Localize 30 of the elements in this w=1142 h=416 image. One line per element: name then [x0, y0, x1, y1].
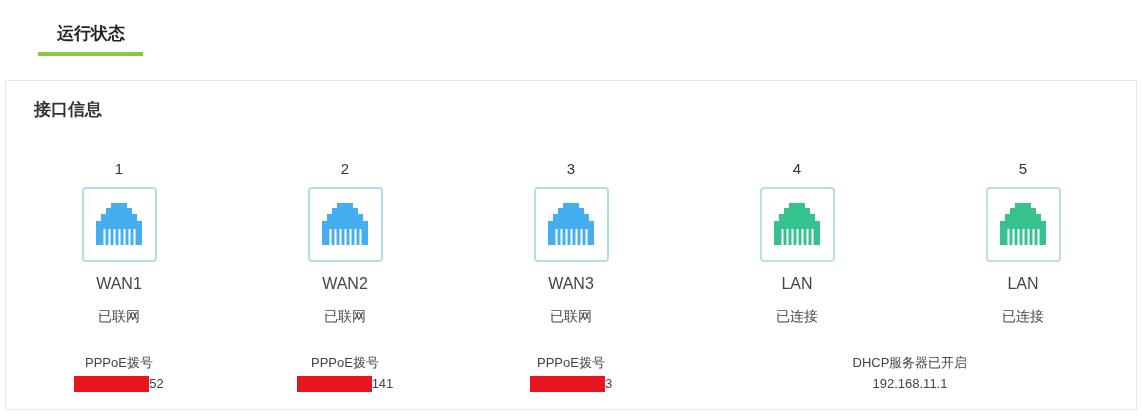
port-name: WAN1	[96, 273, 142, 294]
port-name: LAN	[781, 273, 813, 294]
ip-address: 52	[149, 375, 164, 393]
connection-type: PPPoE拨号	[85, 353, 153, 372]
ethernet-port-icon	[307, 186, 383, 262]
port-status: 已连接	[776, 306, 818, 326]
connection-type: PPPoE拨号	[311, 353, 379, 372]
ethernet-port-icon	[81, 186, 157, 262]
port-status: 已联网	[550, 306, 592, 326]
section-title: 接口信息	[34, 99, 102, 121]
port-number: 2	[340, 158, 350, 179]
ethernet-port-icon	[985, 186, 1061, 262]
port-name: WAN2	[322, 273, 368, 294]
ip-address: 192.168.11.1	[872, 375, 948, 393]
connection-type: PPPoE拨号	[537, 353, 605, 372]
port-name: LAN	[1007, 273, 1039, 294]
port-number: 1	[114, 158, 124, 179]
port-name: WAN3	[548, 273, 594, 294]
dhcp-status: DHCP服务器已开启	[852, 353, 968, 372]
ethernet-port-icon	[533, 186, 609, 262]
port-number: 3	[566, 158, 576, 179]
ip-address: 3	[604, 375, 613, 393]
ethernet-port-icon	[759, 186, 835, 262]
port-status: 已连接	[1002, 306, 1044, 326]
ip-address: 141	[371, 375, 394, 393]
port-status: 已联网	[98, 306, 140, 326]
port-number: 4	[792, 158, 802, 179]
tab[interactable]: 运行状态	[38, 0, 143, 56]
port-number: 5	[1018, 158, 1028, 179]
port-status: 已联网	[324, 306, 366, 326]
